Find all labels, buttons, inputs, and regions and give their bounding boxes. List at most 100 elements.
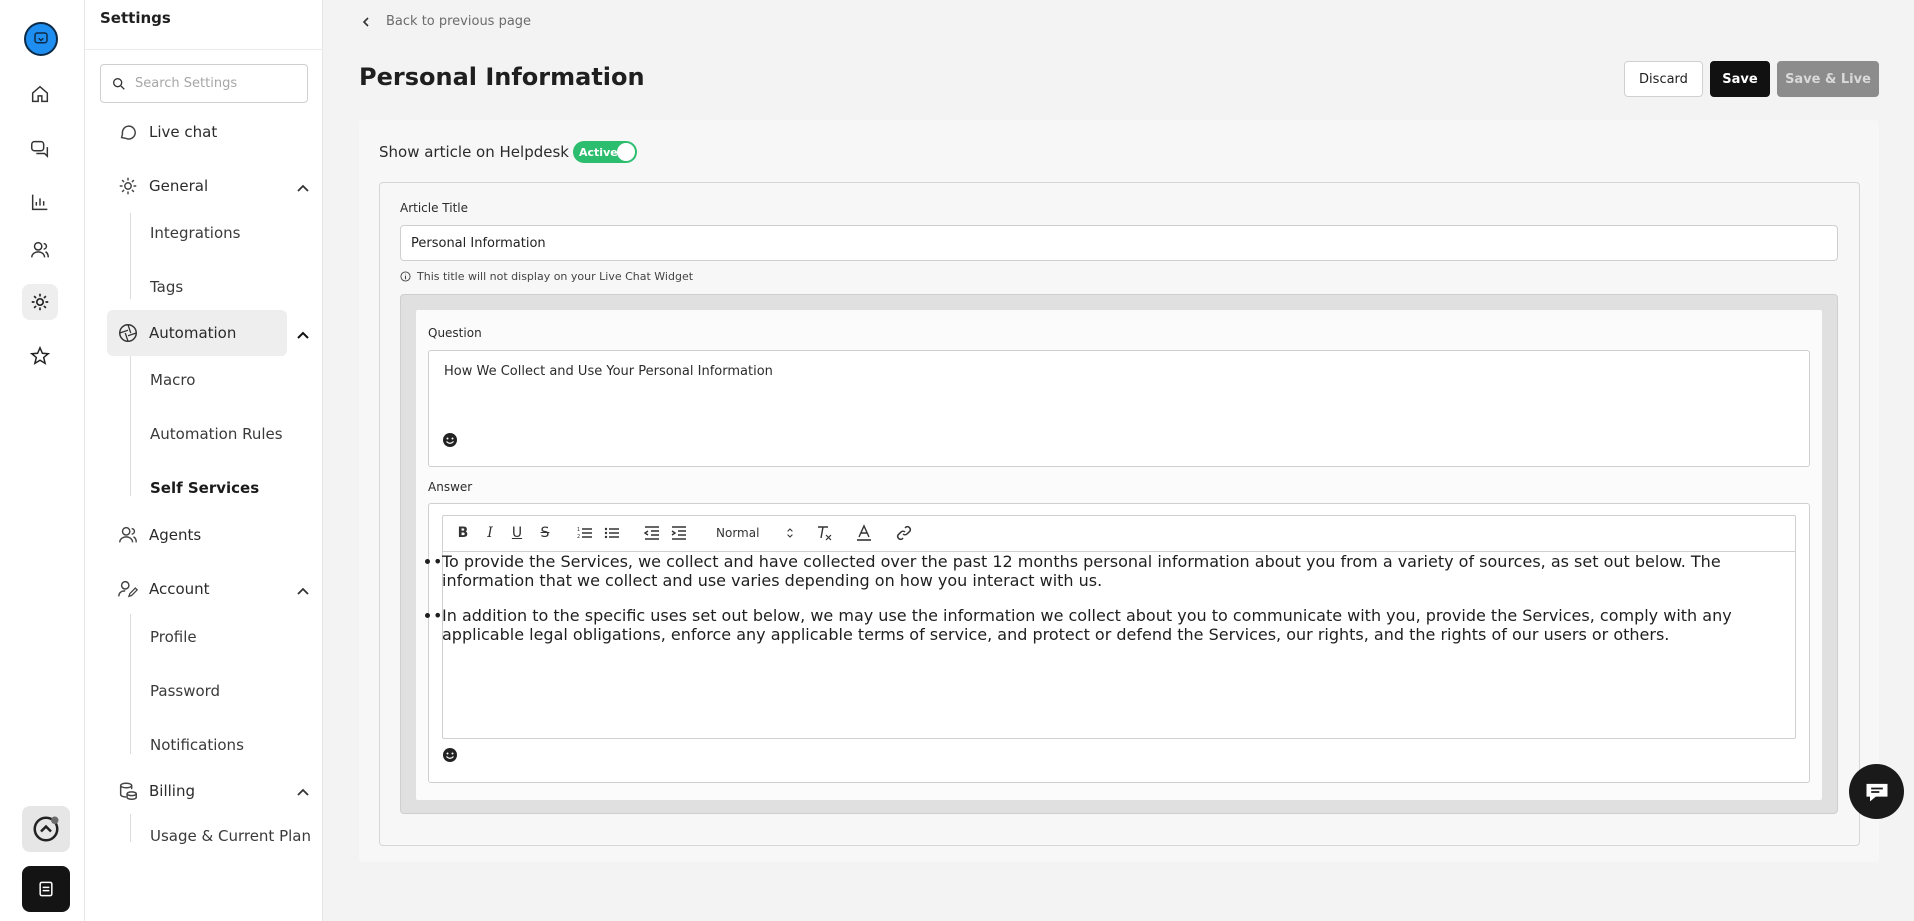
sidebar-item-label: Live chat <box>149 123 218 141</box>
nav-home[interactable] <box>22 76 58 112</box>
question-label: Question <box>428 326 482 340</box>
sidebar-item-automation-rules[interactable]: Automation Rules <box>150 425 283 443</box>
coins-icon <box>119 782 137 800</box>
sidebar-item-account[interactable]: Account <box>107 566 287 612</box>
chart-icon <box>31 194 48 211</box>
sidebar-item-label: General <box>149 177 209 195</box>
nav-contacts[interactable] <box>22 232 58 268</box>
sidebar-item-tags[interactable]: Tags <box>150 278 183 296</box>
outdent-icon[interactable] <box>643 524 661 542</box>
emoji-icon[interactable] <box>442 747 458 763</box>
bold-icon[interactable]: B <box>454 524 472 542</box>
chat-bubbles-icon <box>31 140 49 159</box>
sidebar-item-label: Automation <box>149 324 237 342</box>
info-icon <box>400 271 411 282</box>
hint-text: This title will not display on your Live… <box>417 270 694 283</box>
sidebar-title: Settings <box>100 9 171 27</box>
gear-icon <box>31 293 49 311</box>
sidebar-item-label: Billing <box>149 782 195 800</box>
save-button[interactable]: Save <box>1710 61 1770 97</box>
gear-icon <box>119 177 137 195</box>
status-icon <box>33 816 59 842</box>
tree-line <box>130 213 131 299</box>
svg-text:2: 2 <box>577 534 580 540</box>
live-chat-launcher[interactable] <box>1849 764 1904 819</box>
status-indicator-button[interactable] <box>22 806 70 852</box>
sidebar-item-billing[interactable]: Billing <box>107 768 287 814</box>
toggle-knob <box>617 143 635 161</box>
widget-button[interactable] <box>22 866 70 912</box>
search-input[interactable] <box>135 76 305 91</box>
sidebar-item-label: Account <box>149 580 210 598</box>
italic-icon[interactable]: I <box>481 524 499 542</box>
answer-label: Answer <box>428 480 473 494</box>
select-arrows-icon <box>787 528 793 538</box>
toggle-label: Active <box>579 145 618 159</box>
sidebar-item-automation[interactable]: Automation <box>107 310 287 356</box>
search-box[interactable] <box>100 64 308 103</box>
text-format-value: Normal <box>716 526 760 540</box>
sidebar-item-usage-plan[interactable]: Usage & Current Plan <box>150 827 311 845</box>
helpdesk-label: Show article on Helpdesk <box>379 143 569 161</box>
svg-text:1: 1 <box>577 527 580 533</box>
text-format-select[interactable]: Normal <box>716 524 794 542</box>
article-title-label: Article Title <box>400 201 469 215</box>
answer-content[interactable]: To provide the Services, we collect and … <box>433 552 1796 660</box>
home-icon <box>31 85 49 103</box>
app-logo[interactable] <box>24 22 58 56</box>
article-title-input[interactable] <box>400 225 1838 261</box>
sidebar-item-live-chat[interactable]: Live chat <box>107 109 287 155</box>
sidebar-item-label: Agents <box>149 526 202 544</box>
tree-line <box>130 614 131 754</box>
star-icon <box>29 345 51 365</box>
strikethrough-icon[interactable]: S <box>536 524 554 542</box>
chevron-up-icon[interactable] <box>295 584 311 600</box>
users-icon <box>119 526 137 543</box>
sidebar-item-password[interactable]: Password <box>150 682 220 700</box>
nav-conversations[interactable] <box>22 130 58 166</box>
bullet-list-icon[interactable] <box>603 524 621 542</box>
underline-icon[interactable]: U <box>508 524 526 542</box>
emoji-icon[interactable] <box>442 432 458 448</box>
indent-icon[interactable] <box>670 524 688 542</box>
users-icon <box>31 241 49 258</box>
answer-list-item: In addition to the specific uses set out… <box>433 606 1796 644</box>
nav-reports[interactable] <box>22 184 58 220</box>
back-label: Back to previous page <box>386 14 532 29</box>
ordered-list-icon[interactable]: 12 <box>576 524 594 542</box>
icon-rail <box>0 0 85 921</box>
text-color-icon[interactable] <box>855 524 873 542</box>
nav-favorites[interactable] <box>22 338 58 374</box>
sidebar-item-general[interactable]: General <box>107 163 287 209</box>
divider <box>85 49 323 50</box>
chevron-up-icon[interactable] <box>295 328 311 344</box>
sidebar-item-profile[interactable]: Profile <box>150 628 197 646</box>
chevron-up-icon[interactable] <box>295 181 311 197</box>
aperture-icon <box>119 324 137 342</box>
title-hint: This title will not display on your Live… <box>400 270 693 283</box>
tree-line <box>130 814 131 842</box>
link-icon[interactable] <box>895 524 913 542</box>
chat-icon <box>120 125 136 140</box>
sidebar-item-agents[interactable]: Agents <box>107 512 287 558</box>
chevron-up-icon[interactable] <box>295 785 311 801</box>
clear-format-icon[interactable] <box>815 524 833 542</box>
discard-button[interactable]: Discard <box>1624 61 1703 97</box>
chat-logo-icon <box>34 32 48 44</box>
save-and-live-button[interactable]: Save & Live <box>1777 61 1879 97</box>
tree-line <box>130 356 131 496</box>
sidebar-item-integrations[interactable]: Integrations <box>150 224 240 242</box>
answer-list-item: To provide the Services, we collect and … <box>433 552 1796 590</box>
document-icon <box>39 881 53 897</box>
helpdesk-toggle[interactable]: Active <box>573 141 637 163</box>
user-edit-icon <box>118 580 139 598</box>
back-link[interactable]: Back to previous page <box>360 14 531 29</box>
search-icon <box>113 77 125 90</box>
question-text[interactable]: How We Collect and Use Your Personal Inf… <box>444 364 773 379</box>
chevron-left-icon <box>362 16 369 27</box>
sidebar-item-notifications[interactable]: Notifications <box>150 736 244 754</box>
nav-settings[interactable] <box>22 284 58 320</box>
sidebar-item-self-services[interactable]: Self Services <box>150 479 259 497</box>
sidebar-item-macro[interactable]: Macro <box>150 371 195 389</box>
page-title: Personal Information <box>359 63 645 91</box>
